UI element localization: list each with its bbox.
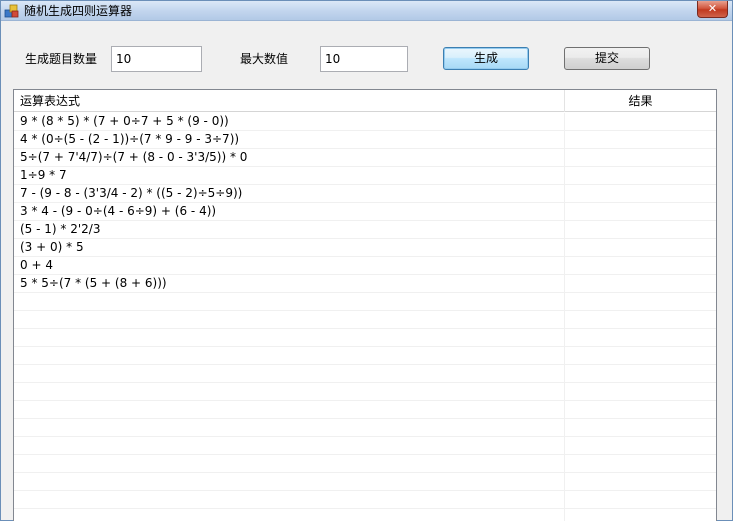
expression-cell: [14, 365, 565, 382]
table-row[interactable]: [14, 293, 716, 311]
result-cell[interactable]: [565, 275, 716, 292]
result-cell[interactable]: [565, 167, 716, 184]
generate-button[interactable]: 生成: [443, 47, 529, 70]
table-row[interactable]: 5÷(7 + 7'4/7)÷(7 + (8 - 0 - 3'3/5)) * 0: [14, 149, 716, 167]
app-icon: [4, 3, 20, 19]
expression-cell: [14, 419, 565, 436]
table-row[interactable]: [14, 491, 716, 509]
result-cell[interactable]: [565, 293, 716, 310]
max-value-input[interactable]: 10: [320, 46, 408, 72]
app-window: 随机生成四则运算器 ✕ 生成题目数量 10 最大数值 10 生成 提交 运算表达…: [0, 0, 733, 521]
expression-cell: 1÷9 * 7: [14, 167, 565, 184]
expression-cell: 7 - (9 - 8 - (3'3/4 - 2) * ((5 - 2)÷5÷9)…: [14, 185, 565, 202]
expression-cell: [14, 347, 565, 364]
result-cell[interactable]: [565, 419, 716, 436]
expression-cell: [14, 437, 565, 454]
result-cell[interactable]: [565, 203, 716, 220]
expression-cell: [14, 473, 565, 490]
expression-cell: [14, 401, 565, 418]
submit-button[interactable]: 提交: [564, 47, 650, 70]
table-row[interactable]: 3 * 4 - (9 - 0÷(4 - 6÷9) + (6 - 4)): [14, 203, 716, 221]
table-row[interactable]: [14, 383, 716, 401]
result-cell[interactable]: [565, 383, 716, 400]
result-cell[interactable]: [565, 257, 716, 274]
table-row[interactable]: [14, 455, 716, 473]
result-cell[interactable]: [565, 149, 716, 166]
expression-cell: [14, 491, 565, 508]
table-row[interactable]: [14, 473, 716, 491]
max-value-label: 最大数值: [240, 52, 289, 66]
result-cell[interactable]: [565, 113, 716, 130]
expression-cell: [14, 509, 565, 521]
count-input[interactable]: 10: [111, 46, 202, 72]
table-row[interactable]: 5 * 5÷(7 * (5 + (8 + 6))): [14, 275, 716, 293]
expression-cell: [14, 383, 565, 400]
result-cell[interactable]: [565, 401, 716, 418]
table-row[interactable]: [14, 509, 716, 521]
expression-cell: 5÷(7 + 7'4/7)÷(7 + (8 - 0 - 3'3/5)) * 0: [14, 149, 565, 166]
table-row[interactable]: 4 * (0÷(5 - (2 - 1))÷(7 * 9 - 9 - 3÷7)): [14, 131, 716, 149]
table-row[interactable]: (3 + 0) * 5: [14, 239, 716, 257]
expression-cell: (3 + 0) * 5: [14, 239, 565, 256]
result-cell[interactable]: [565, 239, 716, 256]
grid-header: 运算表达式 结果: [14, 90, 716, 112]
title-bar: 随机生成四则运算器 ✕: [1, 1, 732, 21]
result-cell[interactable]: [565, 131, 716, 148]
results-grid[interactable]: 运算表达式 结果 9 * (8 * 5) * (7 + 0÷7 + 5 * (9…: [13, 89, 717, 521]
table-row[interactable]: [14, 419, 716, 437]
result-cell[interactable]: [565, 329, 716, 346]
result-cell[interactable]: [565, 185, 716, 202]
close-icon: ✕: [707, 2, 718, 15]
expression-cell: 9 * (8 * 5) * (7 + 0÷7 + 5 * (9 - 0)): [14, 113, 565, 130]
expression-cell: [14, 329, 565, 346]
result-cell[interactable]: [565, 437, 716, 454]
expression-cell: 0 + 4: [14, 257, 565, 274]
count-label: 生成题目数量: [25, 52, 98, 66]
table-row[interactable]: 1÷9 * 7: [14, 167, 716, 185]
expression-cell: [14, 311, 565, 328]
column-header-expression[interactable]: 运算表达式: [14, 90, 565, 112]
table-row[interactable]: [14, 401, 716, 419]
expression-cell: 5 * 5÷(7 * (5 + (8 + 6))): [14, 275, 565, 292]
result-cell[interactable]: [565, 347, 716, 364]
table-row[interactable]: [14, 347, 716, 365]
result-cell[interactable]: [565, 455, 716, 472]
result-cell[interactable]: [565, 311, 716, 328]
expression-cell: 3 * 4 - (9 - 0÷(4 - 6÷9) + (6 - 4)): [14, 203, 565, 220]
table-row[interactable]: [14, 365, 716, 383]
result-cell[interactable]: [565, 365, 716, 382]
table-row[interactable]: (5 - 1) * 2'2/3: [14, 221, 716, 239]
expression-cell: [14, 455, 565, 472]
table-row[interactable]: [14, 311, 716, 329]
window-title: 随机生成四则运算器: [24, 4, 133, 18]
result-cell[interactable]: [565, 473, 716, 490]
result-cell[interactable]: [565, 509, 716, 521]
expression-cell: 4 * (0÷(5 - (2 - 1))÷(7 * 9 - 9 - 3÷7)): [14, 131, 565, 148]
table-row[interactable]: [14, 329, 716, 347]
expression-cell: [14, 293, 565, 310]
close-button[interactable]: ✕: [697, 1, 728, 18]
result-cell[interactable]: [565, 221, 716, 238]
table-row[interactable]: 0 + 4: [14, 257, 716, 275]
result-cell[interactable]: [565, 491, 716, 508]
column-header-result[interactable]: 结果: [565, 90, 716, 112]
table-row[interactable]: [14, 437, 716, 455]
grid-rows: 9 * (8 * 5) * (7 + 0÷7 + 5 * (9 - 0)) 4 *…: [14, 113, 716, 521]
expression-cell: (5 - 1) * 2'2/3: [14, 221, 565, 238]
table-row[interactable]: 9 * (8 * 5) * (7 + 0÷7 + 5 * (9 - 0)): [14, 113, 716, 131]
table-row[interactable]: 7 - (9 - 8 - (3'3/4 - 2) * ((5 - 2)÷5÷9)…: [14, 185, 716, 203]
